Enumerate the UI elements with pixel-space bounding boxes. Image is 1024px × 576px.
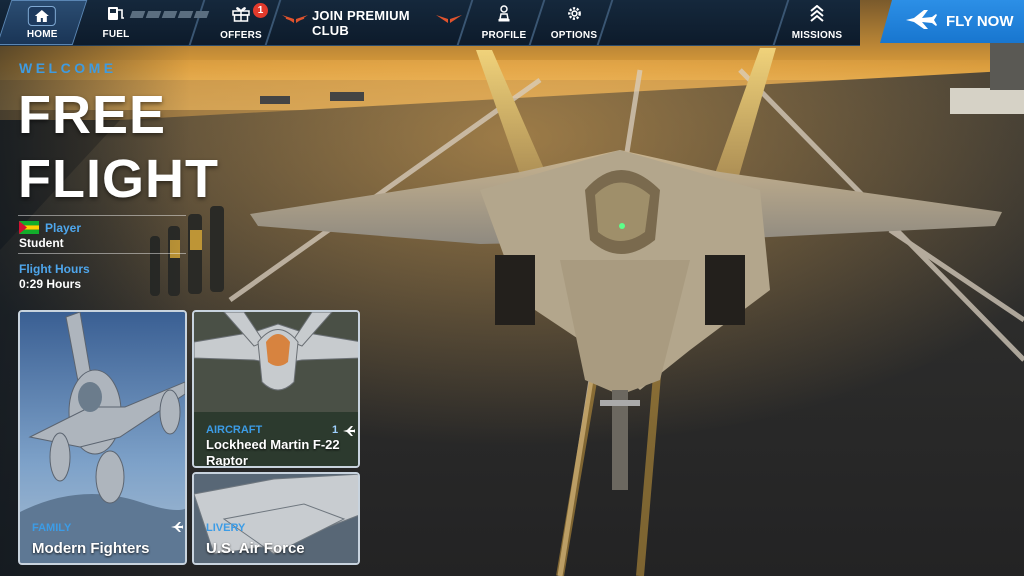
welcome-label: WELCOME (19, 60, 117, 76)
nav-missions[interactable]: MISSIONS (790, 0, 844, 45)
gear-icon (566, 5, 583, 27)
divider (772, 0, 790, 45)
family-name: Modern Fighters (32, 540, 150, 557)
divider (18, 215, 186, 216)
player-label: Player (45, 221, 82, 235)
livery-name: U.S. Air Force (206, 540, 305, 557)
chess-pawn-icon (497, 4, 511, 27)
top-navigation-bar: HOME FUEL OFFERS 1 JOIN PREMIUM CLUB PRO… (0, 0, 860, 46)
nav-home[interactable]: HOME (0, 0, 88, 45)
premium-club-label: JOIN PREMIUM CLUB (312, 7, 410, 38)
airplane-icon (904, 8, 938, 35)
country-flag-icon (19, 221, 39, 234)
player-value: Student (19, 236, 64, 250)
livery-category-label: LIVERY (206, 522, 246, 534)
aircraft-name-line1: Lockheed Martin F-22 (206, 437, 340, 452)
airplane-icon (170, 520, 184, 538)
airplane-icon (342, 424, 356, 442)
gift-icon (232, 5, 250, 27)
family-category-label: FAMILY (32, 522, 72, 534)
flight-hours-label: Flight Hours (19, 262, 90, 276)
aircraft-category-label: AIRCRAFT (206, 424, 263, 436)
nav-offers-label: OFFERS (220, 29, 262, 41)
fuel-pump-icon (107, 5, 125, 26)
join-premium-club-button[interactable]: JOIN PREMIUM CLUB (282, 0, 462, 45)
home-icon (28, 5, 56, 26)
mode-title-line1: FREE (18, 85, 167, 145)
nav-home-label: HOME (26, 28, 58, 40)
aircraft-card[interactable]: AIRCRAFT 1 Lockheed Martin F-22 Raptor (192, 310, 360, 468)
wings-icon (282, 13, 308, 32)
divider (18, 253, 186, 254)
nav-options-label: OPTIONS (550, 29, 598, 41)
nav-profile-label: PROFILE (481, 29, 527, 41)
nav-profile[interactable]: PROFILE (476, 0, 532, 45)
nav-missions-label: MISSIONS (791, 29, 843, 41)
fuel-level-bar (129, 11, 210, 18)
fly-now-label: FLY NOW (946, 13, 1014, 30)
livery-card[interactable]: LIVERY U.S. Air Force (192, 472, 360, 565)
nav-fuel[interactable]: FUEL (96, 0, 136, 45)
wings-icon (436, 13, 462, 32)
family-card[interactable]: FAMILY Modern Fighters (18, 310, 187, 565)
nav-options[interactable]: OPTIONS (546, 0, 602, 45)
flight-hours-value: 0:29 Hours (19, 277, 82, 291)
offers-count-badge: 1 (253, 3, 268, 18)
rank-chevrons-icon (810, 4, 824, 27)
mode-title-line2: FLIGHT (18, 149, 219, 209)
aircraft-name-line2: Raptor (206, 453, 248, 468)
nav-fuel-label: FUEL (102, 29, 130, 40)
fly-now-button[interactable]: FLY NOW (880, 0, 1024, 43)
aircraft-count: 1 (332, 424, 339, 436)
divider (188, 0, 206, 45)
